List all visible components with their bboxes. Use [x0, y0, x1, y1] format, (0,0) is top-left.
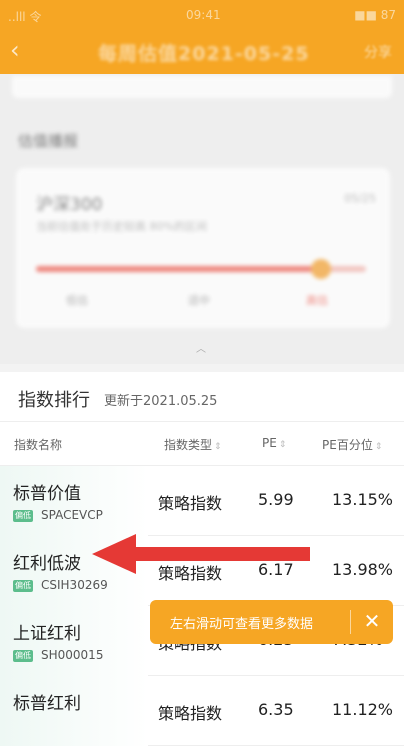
ranking-title: 指数排行	[18, 390, 90, 411]
toast-divider	[350, 610, 351, 634]
status-time: 09:41	[186, 8, 221, 22]
col-name: 指数名称	[14, 438, 63, 452]
level-high: 高估	[306, 294, 328, 307]
index-code: CSIH30269	[41, 578, 108, 592]
valuation-slider-knob	[311, 259, 331, 279]
valuation-tag: 偏低	[13, 650, 33, 662]
page-title: 每周估值2021-05-25	[98, 43, 310, 65]
table-row[interactable]: 标普价值 偏低 SPACEVCP 策略指数 5.99 13.15%	[0, 466, 404, 536]
top-card	[12, 76, 392, 98]
row-name-cell: 上证红利 偏低 SH000015	[0, 606, 148, 676]
index-pe: 6.35	[258, 700, 294, 719]
arrow-shaft	[132, 547, 310, 561]
index-type: 策略指数	[158, 704, 223, 723]
back-icon[interactable]: ‹	[10, 36, 20, 64]
ranking-header: 指数排行 更新于2021.05.25	[0, 372, 404, 422]
table-row[interactable]: 标普红利 策略指数 6.35 11.12%	[0, 676, 404, 746]
card-subtitle: 当前估值处于历史较高 80%的区间	[36, 220, 207, 233]
card-title: 沪深300	[36, 195, 103, 215]
close-icon[interactable]: ✕	[359, 606, 385, 636]
sort-icon: ⇕	[278, 440, 287, 450]
swipe-hint-toast: 左右滑动可查看更多数据 ✕	[150, 600, 393, 644]
level-mid: 适中	[188, 294, 210, 307]
index-type: 策略指数	[158, 494, 223, 513]
index-name: 上证红利	[13, 624, 81, 644]
chevron-up-icon[interactable]: ︿	[196, 340, 206, 355]
section-title: 估值播报	[18, 132, 79, 150]
index-name: 红利低波	[13, 554, 81, 574]
col-pe[interactable]: PE ⇕	[262, 436, 286, 450]
share-button[interactable]: 分享	[364, 42, 392, 62]
valuation-tag: 偏低	[13, 510, 33, 522]
valuation-slider-fill	[36, 266, 327, 272]
battery-indicator: ■■ 87	[354, 8, 396, 22]
card-date: 05/25	[344, 192, 376, 205]
col-pe-percentile[interactable]: PE百分位 ⇕	[322, 436, 382, 453]
row-name-cell: 标普红利	[0, 676, 148, 746]
col-type[interactable]: 指数类型 ⇕	[164, 436, 222, 453]
index-code: SPACEVCP	[41, 508, 103, 522]
ranking-updated: 更新于2021.05.25	[104, 394, 218, 409]
row-name-cell: 标普价值 偏低 SPACEVCP	[0, 466, 148, 536]
index-code: SH000015	[41, 648, 104, 662]
valuation-card[interactable]: 沪深300 当前估值处于历史较高 80%的区间 05/25 低估 适中 高估	[16, 168, 390, 328]
level-low: 低估	[66, 294, 88, 307]
index-pe-percentile: 13.98%	[332, 560, 394, 579]
app-bar: ‹ 每周估值2021-05-25 分享	[0, 30, 404, 74]
sort-icon: ⇕	[214, 442, 222, 452]
signal-indicator: ..lll 令	[8, 10, 42, 24]
valuation-tag: 偏低	[13, 580, 33, 592]
valuation-overview: 估值播报 沪深300 当前估值处于历史较高 80%的区间 05/25 低估 适中…	[0, 74, 404, 364]
toast-text: 左右滑动可查看更多数据	[170, 617, 314, 632]
status-bar: ..lll 令 09:41 ■■ 87	[0, 0, 404, 30]
index-name: 标普价值	[13, 484, 81, 504]
index-pe-percentile: 13.15%	[332, 490, 394, 509]
arrow-head	[92, 534, 136, 574]
valuation-slider	[36, 259, 366, 279]
index-name: 标普红利	[13, 694, 81, 714]
red-arrow-annotation	[92, 534, 310, 574]
index-pe-percentile: 11.12%	[332, 700, 394, 719]
index-pe: 5.99	[258, 490, 294, 509]
table-header: 指数名称 指数类型 ⇕ PE ⇕ PE百分位 ⇕	[0, 422, 404, 466]
sort-icon: ⇕	[374, 442, 383, 452]
